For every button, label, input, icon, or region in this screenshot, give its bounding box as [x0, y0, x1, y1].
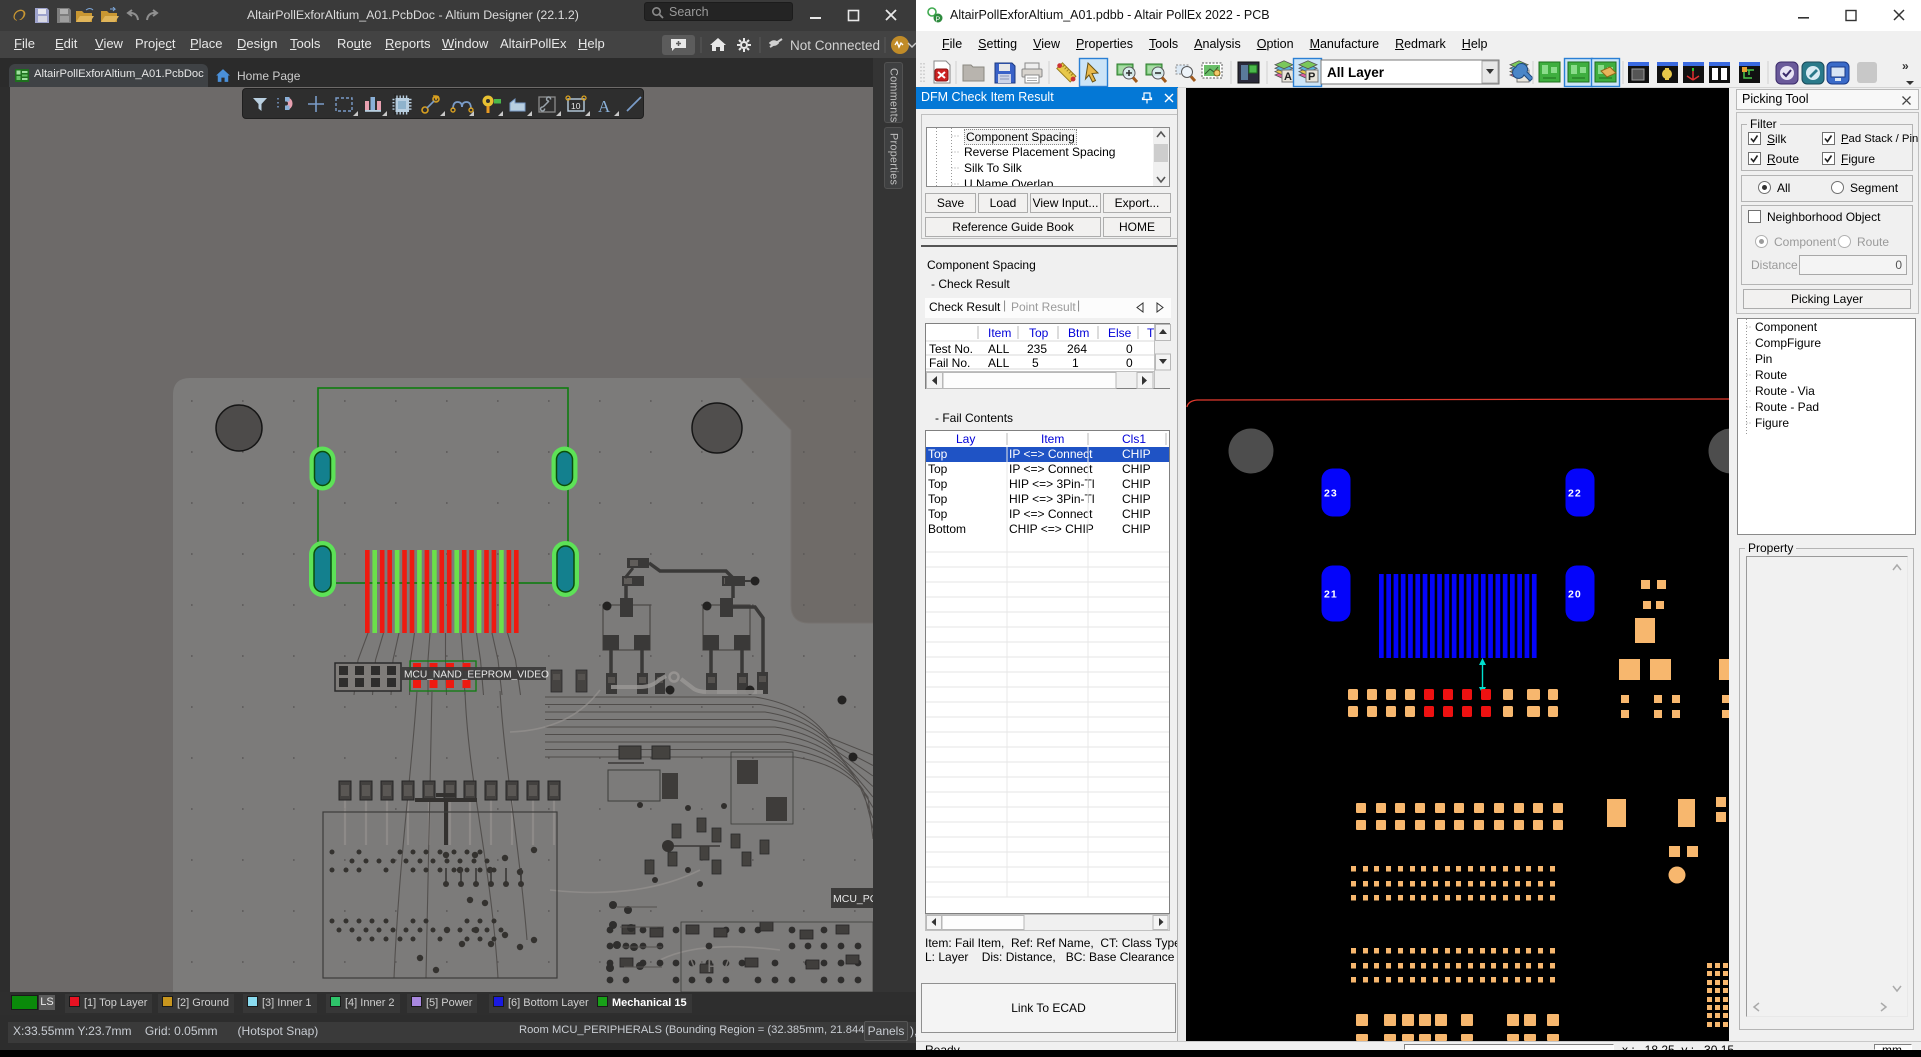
- svg-text:20: 20: [1568, 589, 1582, 601]
- svg-text:P: P: [1308, 71, 1315, 83]
- svg-text:10: 10: [571, 101, 581, 111]
- svg-text:All Layer: All Layer: [1327, 65, 1385, 80]
- svg-text:MCU_POW: MCU_POW: [833, 893, 873, 905]
- svg-text:MCU_NAND_EEPROM_VIDEO: MCU_NAND_EEPROM_VIDEO: [404, 670, 549, 681]
- svg-text:23: 23: [1324, 488, 1338, 500]
- svg-text:Not Connected: Not Connected: [790, 38, 880, 53]
- svg-text:V P A: V P A: [690, 956, 735, 976]
- svg-text:P: P: [936, 17, 941, 24]
- svg-text:»: »: [1902, 59, 1909, 73]
- svg-text:21: 21: [1324, 589, 1338, 601]
- svg-text:A: A: [1284, 71, 1292, 83]
- svg-text:22: 22: [1568, 488, 1582, 500]
- svg-text:A: A: [598, 97, 611, 116]
